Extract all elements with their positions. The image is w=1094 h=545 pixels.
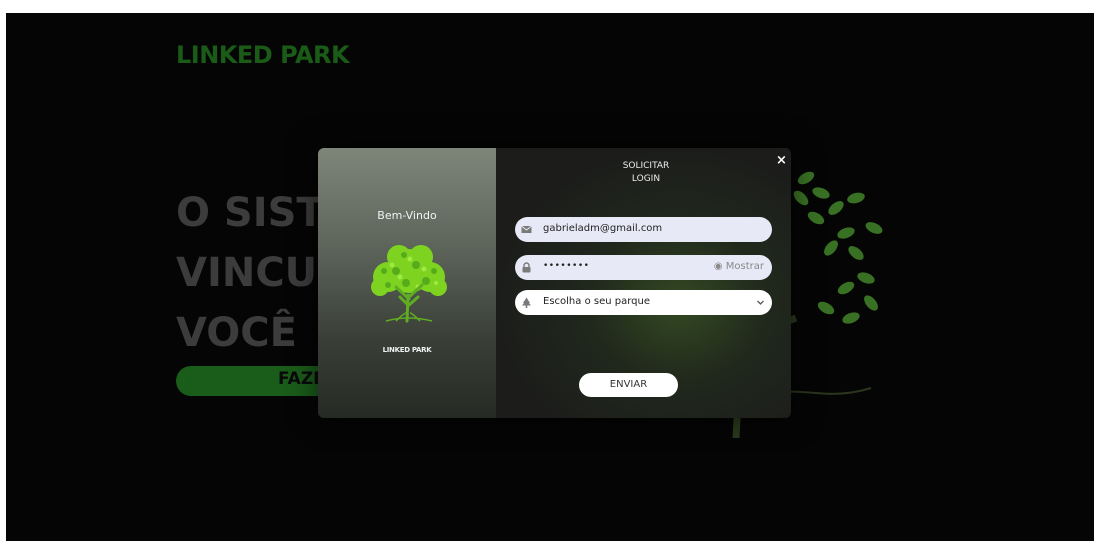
park-select[interactable]: Escolha o seu parque xyxy=(515,290,772,315)
email-value: gabrieladm@gmail.com xyxy=(543,223,663,234)
hero-line-1: O SISTEMA xyxy=(176,190,326,236)
eye-icon: ◉ xyxy=(713,261,726,272)
modal-title-line-2: LOGIN xyxy=(631,174,661,184)
modal-title: SOLICITAR LOGIN xyxy=(596,160,696,186)
tree-logo-icon xyxy=(371,245,447,323)
close-icon[interactable]: × xyxy=(776,153,787,168)
password-field[interactable]: •••••••• ◉ Mostrar xyxy=(515,255,772,280)
brand-logo-text: LINKED PARK xyxy=(176,41,350,69)
tree-icon xyxy=(522,297,531,308)
envelope-icon xyxy=(521,225,532,233)
modal-title-line-1: SOLICITAR xyxy=(622,161,670,171)
login-request-modal: Bem-Vindo LINKED PARK SOLICITAR LOGIN × … xyxy=(318,148,791,418)
submit-button[interactable]: ENVIAR xyxy=(579,373,678,397)
login-form-panel: SOLICITAR LOGIN × gabrieladm@gmail.com •… xyxy=(496,148,791,418)
park-select-value: Escolha o seu parque xyxy=(543,296,650,307)
hero-line-3: VOCÊ xyxy=(176,310,297,356)
landing-page: LINKED PARK O SISTEMA VINCULADO VOCÊ FAZ… xyxy=(6,13,1094,541)
welcome-text: Bem-Vindo xyxy=(377,209,437,222)
show-password-toggle[interactable]: ◉ Mostrar xyxy=(714,261,764,272)
email-field[interactable]: gabrieladm@gmail.com xyxy=(515,217,772,242)
chevron-down-icon xyxy=(757,300,764,305)
hero-line-2: VINCULADO xyxy=(176,250,326,296)
lock-icon xyxy=(522,262,531,273)
logo-caption: LINKED PARK xyxy=(382,346,432,354)
hero-headline: O SISTEMA VINCULADO VOCÊ xyxy=(176,183,326,363)
modal-welcome-panel: Bem-Vindo LINKED PARK xyxy=(318,148,496,418)
password-value: •••••••• xyxy=(543,261,590,271)
show-password-label: Mostrar xyxy=(725,261,764,272)
